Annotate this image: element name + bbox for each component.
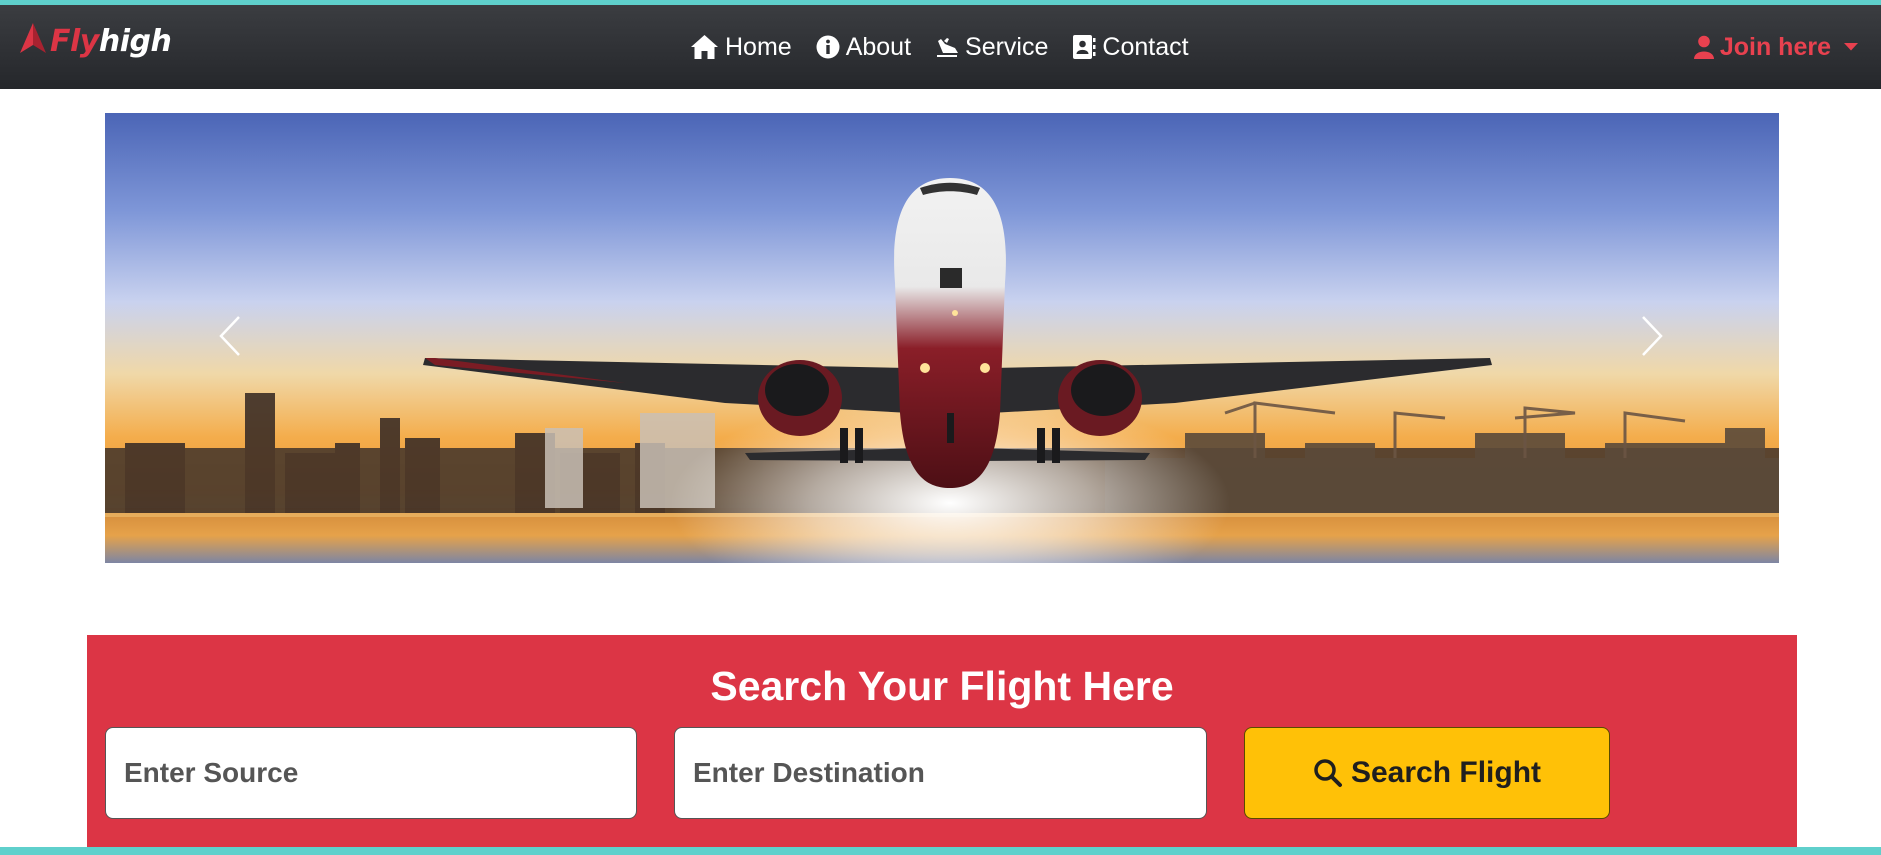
- search-flight-button[interactable]: Search Flight: [1244, 727, 1610, 819]
- home-icon: [690, 34, 719, 60]
- search-flight-label: Search Flight: [1350, 756, 1542, 789]
- info-icon: [816, 35, 840, 59]
- contact-book-icon: [1072, 34, 1096, 60]
- nav-service-label: Service: [965, 32, 1049, 61]
- nav-service[interactable]: Service: [935, 33, 1048, 62]
- join-label: Join here: [1719, 32, 1831, 61]
- nav-about[interactable]: About: [816, 33, 911, 62]
- plane-departure-icon: [935, 35, 959, 59]
- join-dropdown[interactable]: Join here: [1693, 5, 1859, 89]
- caret-down-icon: [1843, 42, 1859, 52]
- flight-search-section: Search Your Flight Here Search Flight: [87, 635, 1797, 847]
- nav-home-label: Home: [725, 32, 792, 61]
- brand-logo[interactable]: Fly high: [20, 21, 172, 61]
- carousel-next-button[interactable]: [1632, 308, 1672, 368]
- hero-carousel: [105, 113, 1779, 563]
- carousel-prev-button[interactable]: [210, 308, 250, 368]
- nav-contact[interactable]: Contact: [1072, 32, 1189, 62]
- search-icon: [1313, 758, 1343, 788]
- airplane-scene-image: [105, 178, 1779, 563]
- brand-name-fly: Fly: [50, 23, 99, 59]
- nav-home[interactable]: Home: [690, 33, 792, 62]
- destination-input[interactable]: [674, 727, 1207, 819]
- paper-plane-icon: [20, 22, 50, 60]
- nav-contact-label: Contact: [1102, 32, 1189, 61]
- navbar: Fly high Home About Service Contact Join…: [0, 5, 1881, 89]
- source-input[interactable]: [105, 727, 637, 819]
- chevron-left-icon: [218, 315, 242, 362]
- page: Fly high Home About Service Contact Join…: [0, 5, 1881, 847]
- search-title: Search Your Flight Here: [710, 663, 1174, 709]
- brand-name-high: high: [98, 23, 172, 59]
- nav-about-label: About: [845, 32, 912, 61]
- chevron-right-icon: [1640, 315, 1664, 362]
- user-icon: [1693, 35, 1714, 59]
- nav-links: Home About Service Contact: [690, 5, 1213, 89]
- hero-slide-airplane: [105, 113, 1779, 563]
